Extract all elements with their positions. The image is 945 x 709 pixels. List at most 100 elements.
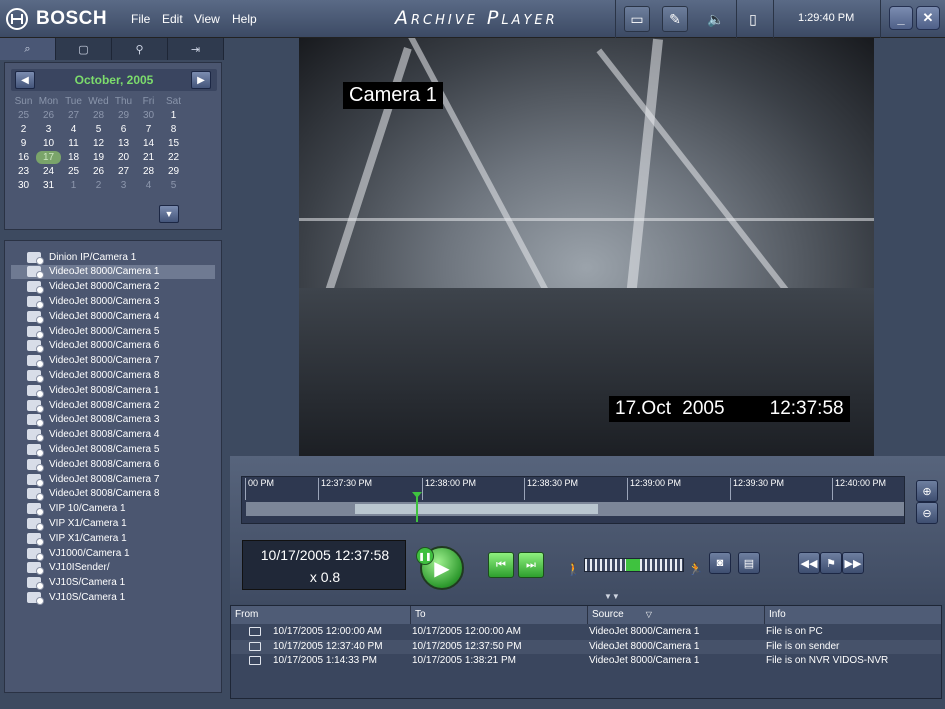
calendar-day[interactable]: 12 <box>86 137 111 150</box>
menu-file[interactable]: File <box>131 12 150 26</box>
calendar-day[interactable]: 9 <box>11 137 36 150</box>
table-row[interactable]: 10/17/2005 1:14:33 PM 10/17/2005 1:38:21 … <box>231 654 941 668</box>
close-button[interactable]: ✕ <box>916 6 940 30</box>
calendar-day[interactable]: 25 <box>61 165 86 178</box>
calendar-day[interactable]: 23 <box>11 165 36 178</box>
calendar-day[interactable]: 21 <box>136 151 161 164</box>
table-row[interactable]: 10/17/2005 12:37:40 PM 10/17/2005 12:37:5… <box>231 639 941 654</box>
column-header-from[interactable]: From <box>231 606 411 624</box>
camera-list-item[interactable]: VideoJet 8008/Camera 5 <box>11 442 215 457</box>
calendar-day[interactable]: 29 <box>111 109 136 122</box>
calendar-day[interactable]: 2 <box>11 123 36 136</box>
calendar-day[interactable]: 25 <box>11 109 36 122</box>
calendar-day[interactable]: 8 <box>161 123 186 136</box>
calendar-day[interactable]: 13 <box>111 137 136 150</box>
camera-list-item[interactable]: VideoJet 8000/Camera 7 <box>11 354 215 369</box>
camera-list-item[interactable]: VJ10S/Camera 1 <box>11 590 215 605</box>
snapshot-button[interactable]: ◙ <box>709 552 731 574</box>
next-month-button[interactable]: ▶ <box>191 71 211 89</box>
tab-find[interactable]: ⚲ <box>112 38 168 60</box>
calendar-day[interactable]: 28 <box>86 109 111 122</box>
camera-list-item[interactable]: VideoJet 8008/Camera 3 <box>11 413 215 428</box>
splitter-handle-icon[interactable]: ▼▼ <box>604 592 620 601</box>
calendar-day[interactable]: 5 <box>161 179 186 192</box>
column-header-info[interactable]: Info <box>765 606 941 624</box>
camera-list-item[interactable]: VIP X1/Camera 1 <box>11 516 215 531</box>
calendar-day[interactable]: 5 <box>86 123 111 136</box>
tab-folder[interactable]: ▢ <box>56 38 112 60</box>
calendar-day[interactable]: 31 <box>36 179 61 192</box>
bookmark-button[interactable]: ⚑ <box>820 552 842 574</box>
calendar-day[interactable]: 16 <box>11 151 36 164</box>
calendar-day[interactable]: 30 <box>136 109 161 122</box>
calendar-day[interactable]: 28 <box>136 165 161 178</box>
camera-list-item[interactable]: VideoJet 8000/Camera 2 <box>11 280 215 295</box>
zoom-out-button[interactable]: ⊖ <box>916 502 938 524</box>
calendar-day[interactable]: 4 <box>136 179 161 192</box>
calendar-day[interactable]: 15 <box>161 137 186 150</box>
calendar-day[interactable]: 6 <box>111 123 136 136</box>
calendar-day[interactable]: 18 <box>61 151 86 164</box>
column-header-to[interactable]: To <box>411 606 588 624</box>
table-row[interactable]: 10/17/2005 12:00:00 AM 10/17/2005 12:00:0… <box>231 625 941 639</box>
camera-list-item[interactable]: VIP 10/Camera 1 <box>11 502 215 517</box>
calendar-day[interactable]: 11 <box>61 137 86 150</box>
camera-list-item[interactable]: VJ10ISender/ <box>11 561 215 576</box>
camera-list-item[interactable]: VideoJet 8008/Camera 2 <box>11 398 215 413</box>
device-button[interactable]: ▯ <box>740 6 766 32</box>
camera-list-item[interactable]: VideoJet 8000/Camera 8 <box>11 368 215 383</box>
volume-button[interactable]: 🔈 <box>703 6 729 32</box>
camera-list-item[interactable]: VideoJet 8000/Camera 5 <box>11 324 215 339</box>
calendar-day[interactable]: 30 <box>11 179 36 192</box>
calendar-day[interactable]: 20 <box>111 151 136 164</box>
calendar-day[interactable]: 26 <box>36 109 61 122</box>
calendar-day[interactable]: 17 <box>36 151 61 164</box>
monitor-button[interactable]: ▭ <box>624 6 650 32</box>
calendar-day[interactable]: 26 <box>86 165 111 178</box>
calendar-expand-button[interactable]: ▼ <box>159 205 179 223</box>
minimize-button[interactable]: _ <box>889 6 913 30</box>
camera-list-item[interactable]: VJ1000/Camera 1 <box>11 546 215 561</box>
camera-list-item[interactable]: VideoJet 8008/Camera 4 <box>11 428 215 443</box>
calendar-day[interactable]: 3 <box>111 179 136 192</box>
camera-list-item[interactable]: VJ10S/Camera 1 <box>11 576 215 591</box>
calendar-day[interactable]: 4 <box>61 123 86 136</box>
camera-list-item[interactable]: VideoJet 8008/Camera 6 <box>11 457 215 472</box>
zoom-in-button[interactable]: ⊕ <box>916 480 938 502</box>
tab-search[interactable]: ⌕ <box>0 38 56 60</box>
calendar-day[interactable]: 7 <box>136 123 161 136</box>
camera-list-item[interactable]: VideoJet 8008/Camera 1 <box>11 383 215 398</box>
calendar-day[interactable]: 1 <box>161 109 186 122</box>
camera-list-item[interactable]: VideoJet 8008/Camera 7 <box>11 472 215 487</box>
speed-shuttle-knob[interactable] <box>626 559 640 571</box>
calendar-day[interactable]: 27 <box>111 165 136 178</box>
pause-button[interactable]: ❚❚ <box>416 547 434 565</box>
camera-list-item[interactable]: VideoJet 8000/Camera 3 <box>11 294 215 309</box>
print-button[interactable]: ▤ <box>738 552 760 574</box>
calendar-day[interactable]: 29 <box>161 165 186 178</box>
calendar-day[interactable]: 10 <box>36 137 61 150</box>
calendar-day[interactable]: 19 <box>86 151 111 164</box>
timeline-cursor[interactable] <box>412 492 422 522</box>
calendar-day[interactable]: 14 <box>136 137 161 150</box>
camera-list-item[interactable]: Dinion IP/Camera 1 <box>11 250 215 265</box>
camera-list-item[interactable]: VideoJet 8000/Camera 4 <box>11 309 215 324</box>
step-forward-button[interactable]: ⏭ <box>518 552 544 578</box>
calendar-day[interactable]: 1 <box>61 179 86 192</box>
calendar-day[interactable]: 22 <box>161 151 186 164</box>
menu-help[interactable]: Help <box>232 12 257 26</box>
settings-button[interactable]: ✎ <box>662 6 688 32</box>
tab-export[interactable]: ⇥ <box>168 38 224 60</box>
camera-list-item[interactable]: VideoJet 8000/Camera 6 <box>11 339 215 354</box>
camera-list-item[interactable]: VideoJet 8008/Camera 8 <box>11 487 215 502</box>
camera-list-item[interactable]: VIP X1/Camera 1 <box>11 531 215 546</box>
calendar-day[interactable]: 24 <box>36 165 61 178</box>
calendar-day[interactable]: 3 <box>36 123 61 136</box>
step-back-button[interactable]: ⏮ <box>488 552 514 578</box>
camera-list-item[interactable]: VideoJet 8000/Camera 1 <box>11 264 215 280</box>
menu-view[interactable]: View <box>194 12 220 26</box>
calendar-day[interactable]: 2 <box>86 179 111 192</box>
next-event-button[interactable]: ▶▶ <box>842 552 864 574</box>
column-header-source[interactable]: Source ▽ <box>588 606 765 624</box>
previous-event-button[interactable]: ◀◀ <box>798 552 820 574</box>
